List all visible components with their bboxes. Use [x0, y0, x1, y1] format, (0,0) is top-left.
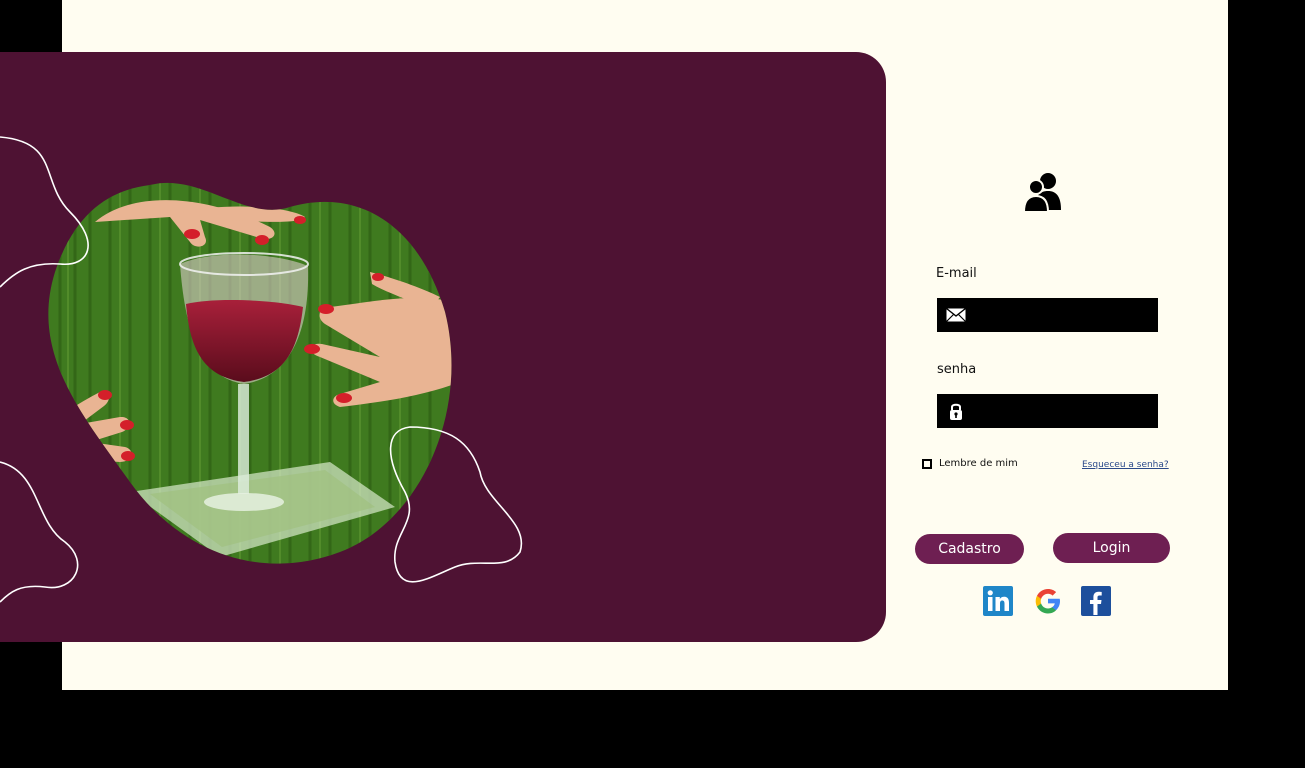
hero-panel: [0, 52, 886, 642]
register-button[interactable]: Cadastro: [915, 534, 1024, 564]
remember-label: Lembre de mim: [939, 458, 1018, 469]
envelope-icon: [946, 307, 966, 322]
facebook-icon[interactable]: [1081, 586, 1111, 616]
password-field[interactable]: [937, 394, 1158, 428]
email-field[interactable]: [937, 298, 1158, 332]
forgot-password-link[interactable]: Esqueceu a senha?: [1082, 460, 1169, 470]
email-input[interactable]: [966, 298, 1158, 332]
lock-icon: [950, 403, 962, 420]
remember-checkbox[interactable]: [922, 458, 932, 469]
google-icon[interactable]: [1033, 586, 1063, 616]
password-input[interactable]: [966, 394, 1158, 428]
hero-illustration: [0, 136, 523, 603]
linkedin-icon[interactable]: [983, 586, 1013, 616]
email-label: E-mail: [936, 266, 977, 281]
users-icon: [1022, 173, 1061, 212]
remember-me[interactable]: Lembre de mim: [922, 458, 1018, 469]
wine-photo: [48, 182, 452, 564]
password-label: senha: [937, 362, 977, 377]
login-button[interactable]: Login: [1053, 533, 1170, 563]
